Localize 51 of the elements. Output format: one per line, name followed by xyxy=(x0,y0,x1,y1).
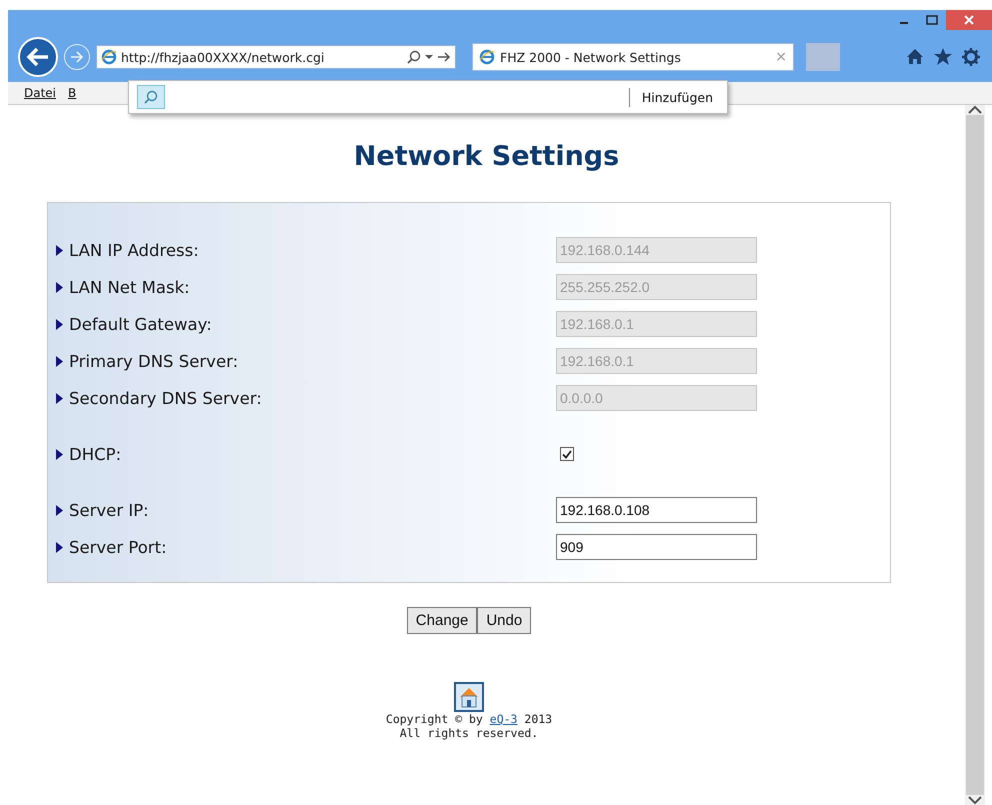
add-button[interactable]: Hinzufügen xyxy=(628,88,727,106)
search-button[interactable] xyxy=(137,85,165,109)
checkbox[interactable] xyxy=(560,447,574,461)
address-field[interactable]: http://fhzjaa00XXXX/network.cgi xyxy=(96,45,456,69)
text-field[interactable]: 192.168.0.108 xyxy=(556,497,757,523)
close-icon xyxy=(964,15,974,25)
close-button[interactable] xyxy=(946,10,992,30)
minimize-icon xyxy=(900,22,908,24)
field-label: Primary DNS Server: xyxy=(69,352,238,370)
copyright-text: Copyright © by eQ-3 2013 xyxy=(386,712,552,726)
bullet-icon xyxy=(56,318,63,330)
back-button[interactable] xyxy=(18,37,58,77)
bullet-icon xyxy=(56,282,63,292)
field-label: Default Gateway: xyxy=(69,314,212,334)
home-button[interactable] xyxy=(454,682,484,712)
scroll-up-icon[interactable] xyxy=(968,105,982,115)
caret-icon[interactable] xyxy=(425,54,433,60)
star-icon[interactable] xyxy=(934,48,952,65)
settings-icon[interactable] xyxy=(962,48,980,66)
field-label: LAN Net Mask: xyxy=(69,278,190,296)
back-arrow-icon xyxy=(26,47,50,67)
forward-arrow-icon xyxy=(70,51,84,63)
scrollbar-thumb[interactable] xyxy=(966,115,984,795)
form-button[interactable]: Undo xyxy=(477,607,532,634)
menu-item[interactable]: Datei xyxy=(24,86,56,100)
maximize-icon xyxy=(926,15,938,25)
bullet-icon xyxy=(56,356,63,366)
form-button[interactable]: Change xyxy=(406,607,478,634)
menu-item[interactable]: B xyxy=(68,86,76,100)
browser-tab[interactable]: FHZ 2000 - Network Settings × xyxy=(472,43,794,71)
globe-icon xyxy=(101,49,117,65)
search-icon[interactable] xyxy=(407,50,421,64)
bullet-icon xyxy=(56,542,63,552)
bullet-icon xyxy=(56,504,63,516)
field-label: Secondary DNS Server: xyxy=(69,388,262,408)
scroll-down-icon[interactable] xyxy=(968,795,982,805)
field-label: DHCP: xyxy=(69,444,122,464)
bullet-icon xyxy=(56,448,63,460)
field-label: LAN IP Address: xyxy=(69,240,199,260)
vendor-link[interactable]: eQ-3 xyxy=(490,712,518,726)
bullet-icon xyxy=(56,244,63,256)
rights-text: All rights reserved. xyxy=(398,726,540,740)
field-label: Server Port: xyxy=(69,538,167,556)
globe-icon xyxy=(479,49,495,65)
go-arrow-icon[interactable] xyxy=(437,51,451,63)
search-icon xyxy=(144,90,158,104)
field-label: Server IP: xyxy=(69,500,149,520)
bullet-icon xyxy=(56,392,63,404)
text-field[interactable]: 909 xyxy=(556,534,757,560)
page-heading: Network Settings xyxy=(354,141,620,172)
home-icon[interactable] xyxy=(906,48,924,65)
